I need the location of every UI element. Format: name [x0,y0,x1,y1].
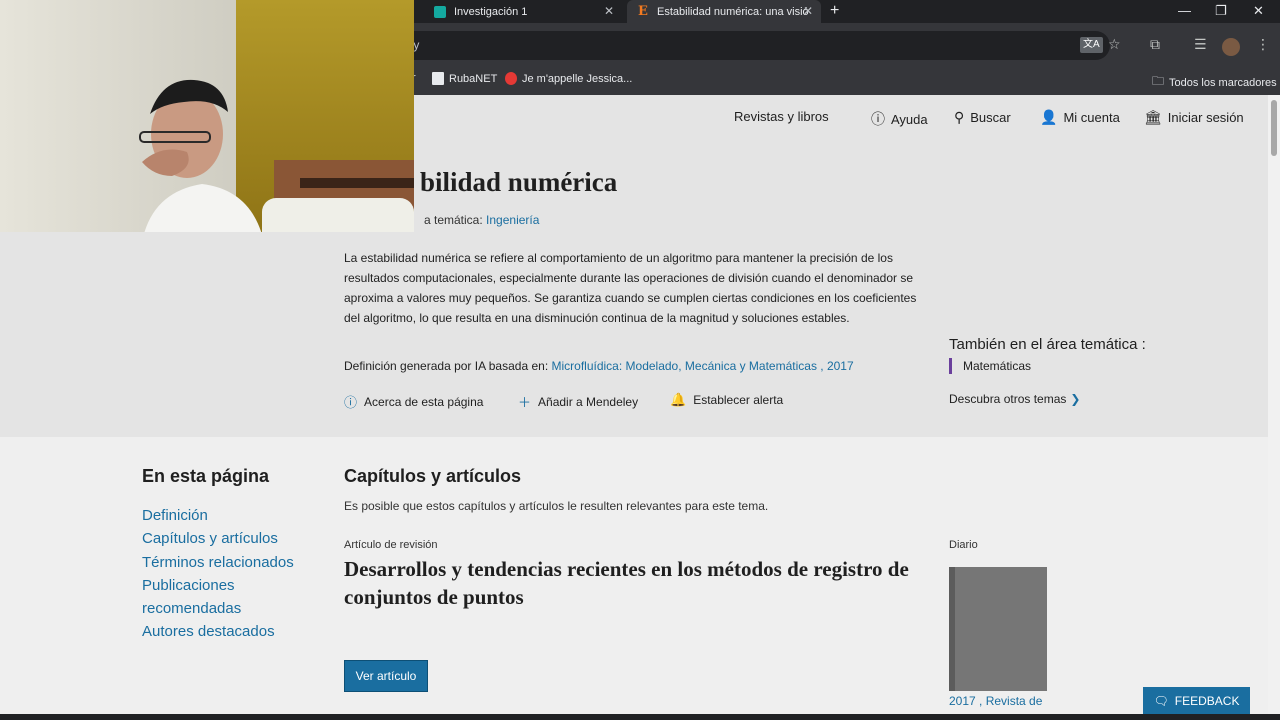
all-bookmarks[interactable]: 🗀 Todos los marcadores [1152,72,1277,93]
close-icon[interactable]: ✕ [803,4,813,18]
restore-icon[interactable]: ❐ [1215,3,1227,19]
toc-title: En esta página [142,466,270,486]
nav-help[interactable]: ⓘ Ayuda [871,109,928,129]
also-in-mathematics[interactable]: Matemáticas [949,358,1031,374]
user-icon: 👤 [1040,109,1058,125]
page-icon [432,72,444,85]
article-type: Artículo de revisión [344,539,438,551]
chevron-right-icon: ❯ [1070,392,1081,406]
bookmark-rubanet[interactable]: RubaNET [432,72,497,85]
chat-icon: 🗨 [1153,694,1169,708]
toc-item-definition[interactable]: Definición [142,504,322,527]
new-tab-icon[interactable]: + [830,2,839,20]
source-link[interactable]: Microfluídica: Modelado, Mecánica y Mate… [552,359,854,373]
also-in-title: También en el área temática : [949,336,1146,353]
toc-item-chapters[interactable]: Capítulos y artículos [142,527,322,550]
plus-icon: ＋ [518,395,532,410]
folder-icon: 🗀 [1152,74,1165,88]
extensions-icon[interactable]: ⧉ [1150,37,1160,51]
minimize-icon[interactable]: — [1178,3,1191,18]
toc-item-related-terms[interactable]: Términos relacionados [142,551,322,574]
discover-topics-link[interactable]: Descubra otros temas ❯ [949,392,1080,406]
nav-search[interactable]: ⚲ Buscar [954,109,1011,126]
subject-area: a temática: Ingeniería [424,213,540,227]
webcam-person [139,79,262,232]
help-icon: ⓘ [871,111,885,127]
article-title[interactable]: Desarrollos y tendencias recientes en lo… [344,555,919,611]
search-icon: ⚲ [954,109,965,125]
youtube-icon [505,72,517,85]
view-article-button[interactable]: Ver artículo [344,660,428,692]
journal-cover[interactable] [949,567,1047,691]
translate-icon[interactable]: 文A [1080,37,1103,53]
scrollbar[interactable] [1268,95,1280,715]
definition-text: La estabilidad numérica se refiere al co… [344,251,917,325]
toc-item-authors[interactable]: Autores destacados [142,620,322,643]
window-close-icon[interactable]: ✕ [1253,3,1264,19]
bell-icon: 🔔 [670,392,687,407]
generated-source: Definición generada por IA basada en: Mi… [344,359,854,373]
elsevier-icon: E [638,3,648,19]
info-icon: ⓘ [344,395,358,410]
tab-estabilidad[interactable]: E Estabilidad numérica: una visió ✕ [627,0,821,23]
address-bar[interactable]: ty [330,31,1110,60]
subject-area-link[interactable]: Ingeniería [486,213,539,227]
bookmark-jessica[interactable]: Je m'appelle Jessica... [505,72,632,85]
classroom-icon [434,5,446,18]
toc-list: Definición Capítulos y artículos Término… [142,504,322,644]
tab-investigacion[interactable]: Investigación 1 ✕ [424,0,622,23]
set-alert-button[interactable]: 🔔 Establecer alerta [670,392,783,408]
menu-icon[interactable]: ⋮ [1256,37,1270,51]
media-control-icon[interactable]: ☰ [1194,37,1207,51]
add-mendeley-button[interactable]: ＋ Añadir a Mendeley [518,392,638,411]
nav-account[interactable]: 👤 Mi cuenta [1040,109,1120,126]
window-bottom-edge [0,714,1280,720]
feedback-button[interactable]: 🗨 FEEDBACK [1143,687,1250,715]
chapters-title: Capítulos y artículos [344,466,522,486]
bookmark-star-icon[interactable]: ☆ [1108,37,1121,51]
tab-title: Investigación 1 [454,5,528,18]
institution-icon: 🏛 [1144,109,1162,125]
chapters-subtitle: Es posible que estos capítulos y artícul… [344,499,769,513]
profile-avatar[interactable] [1222,38,1240,56]
webcam-headboard-stripe [300,178,414,188]
nav-signin[interactable]: 🏛 Iniciar sesión [1144,109,1244,126]
toc-item-recommended[interactable]: Publicaciones recomendadas [142,574,322,621]
journal-label: Diario [949,539,978,551]
webcam-overlay [0,0,414,232]
scrollbar-thumb[interactable] [1271,100,1277,156]
page-title: bilidad numérica [420,167,618,197]
close-icon[interactable]: ✕ [604,4,614,18]
nav-journals-books[interactable]: Revistas y libros [734,109,829,124]
about-page-button[interactable]: ⓘ Acerca de esta página [344,392,483,411]
webcam-bed [262,198,414,232]
journal-caption[interactable]: 2017 , Revista de [949,694,1042,708]
tab-title: Estabilidad numérica: una visió [657,5,809,18]
